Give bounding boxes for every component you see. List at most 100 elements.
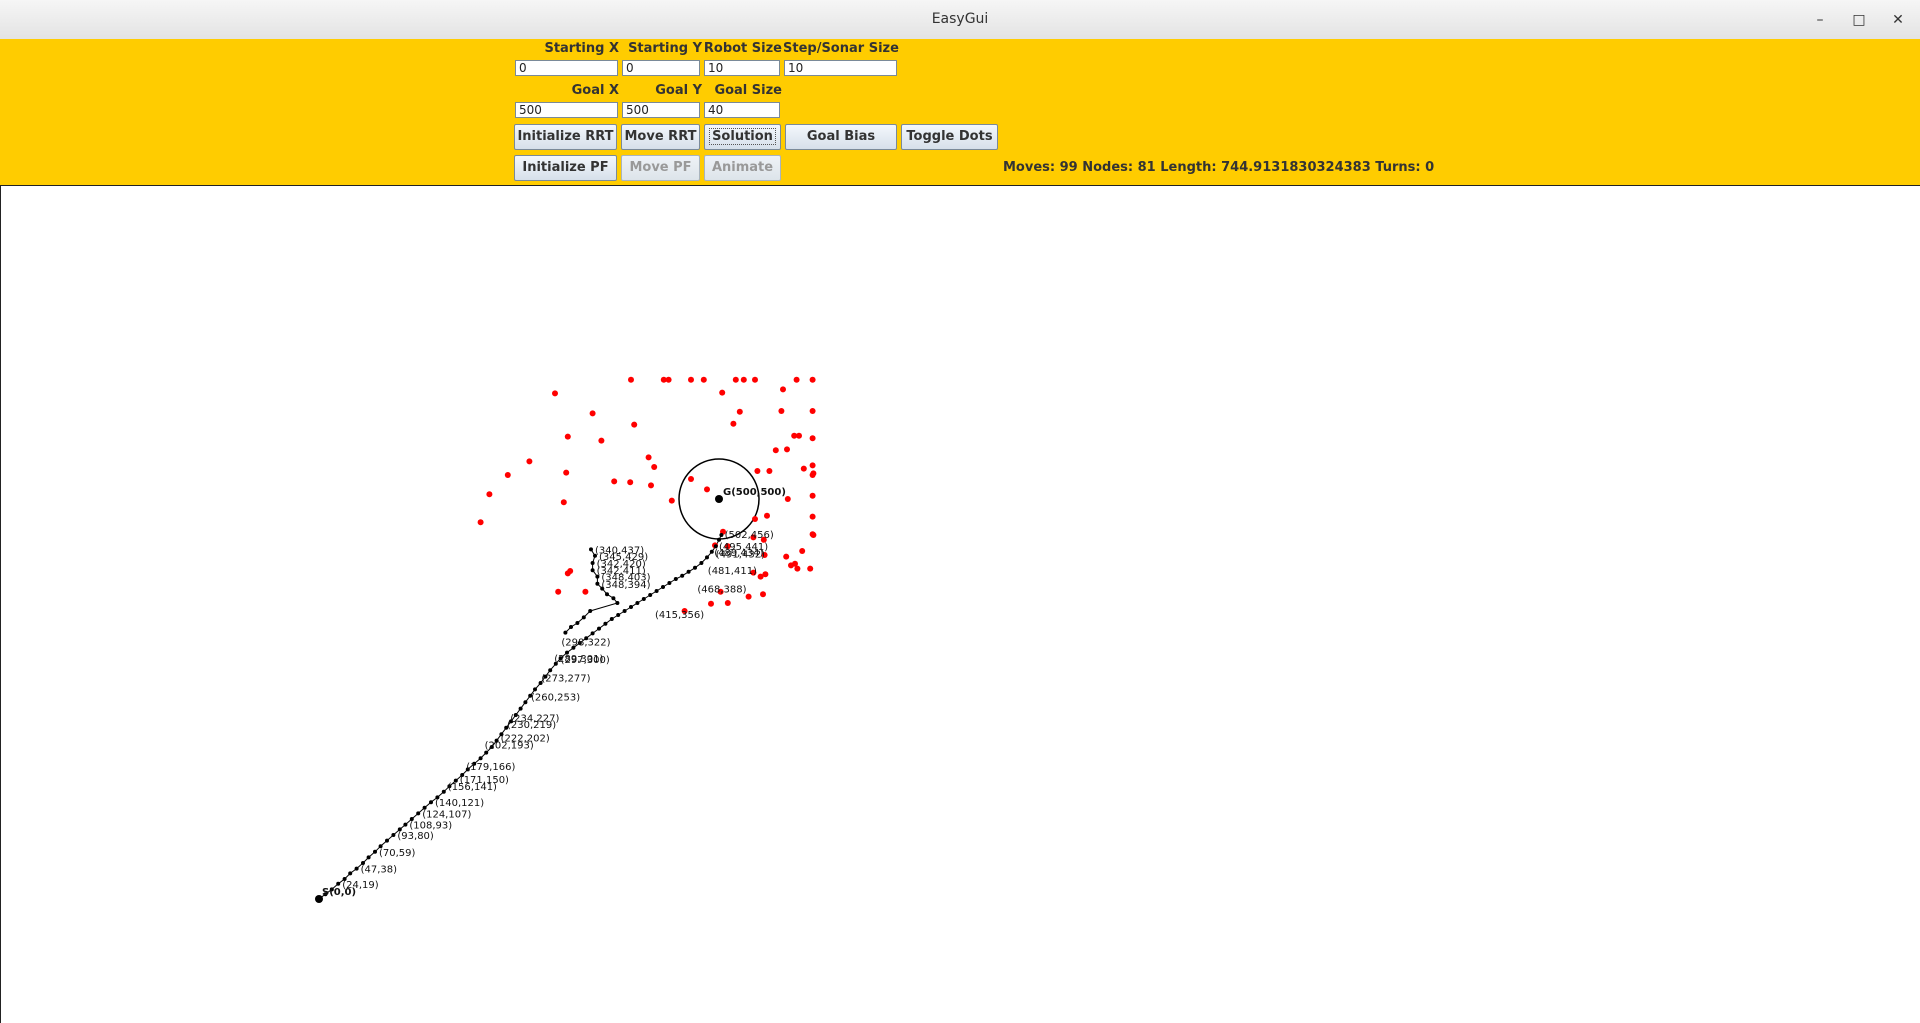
sample-point — [809, 462, 816, 469]
goal-size-input[interactable]: 40 — [704, 102, 780, 118]
tree-node — [563, 630, 568, 635]
tree-node — [629, 605, 633, 609]
goal-y-input[interactable]: 500 — [622, 102, 700, 118]
sample-point — [704, 486, 710, 493]
start-label: S(0,0) — [322, 887, 356, 898]
sample-point — [486, 491, 493, 498]
node-label: (70,59) — [379, 848, 416, 859]
sample-point — [740, 376, 747, 383]
tree-node — [590, 561, 595, 565]
sample-point — [564, 570, 571, 577]
sample-point — [799, 548, 806, 554]
tree-node — [575, 621, 580, 625]
sample-point — [526, 458, 533, 465]
tree-node — [641, 597, 646, 601]
goal-bias-button[interactable]: Goal Bias — [785, 124, 897, 150]
node-label: (502,456) — [725, 530, 774, 541]
tree-node — [523, 700, 528, 705]
starting-x-input[interactable]: 0 — [515, 60, 618, 76]
sample-point — [700, 376, 707, 383]
tree-node — [581, 615, 586, 620]
sample-point — [784, 446, 790, 453]
maximize-button[interactable]: □ — [1849, 10, 1869, 30]
sample-point — [810, 470, 817, 477]
move-pf-button[interactable]: Move PF — [621, 155, 700, 181]
tree-node — [548, 668, 553, 673]
sample-point — [809, 435, 816, 442]
node-label: (260,253) — [531, 693, 580, 704]
sample-point — [764, 512, 770, 519]
node-label: (273,277) — [541, 673, 590, 684]
tree-node — [673, 577, 678, 581]
starting-y-input[interactable]: 0 — [622, 60, 700, 76]
tree-node — [597, 626, 601, 631]
robot-size-input[interactable]: 10 — [704, 60, 780, 76]
step-size-input[interactable]: 10 — [784, 60, 897, 76]
sample-point — [778, 408, 785, 414]
sample-point — [809, 376, 816, 383]
node-label: (297,300) — [561, 655, 610, 666]
sample-point — [668, 497, 675, 504]
sample-point — [796, 432, 802, 439]
tree-node — [588, 609, 593, 613]
starting-y-label: Starting Y — [628, 41, 702, 56]
node-label: (171,150) — [460, 775, 509, 786]
node-label: (222,202) — [501, 733, 550, 744]
solution-button[interactable]: Solution — [704, 124, 781, 150]
sample-point — [477, 519, 484, 526]
goal-point — [715, 495, 723, 503]
sample-point — [724, 600, 731, 606]
toggle-dots-button[interactable]: Toggle Dots — [901, 124, 998, 150]
robot-size-label: Robot Size — [703, 41, 782, 56]
step-sonar-size-label: Step/Sonar Size — [783, 41, 899, 56]
tree-node — [717, 537, 721, 542]
tree-node — [667, 581, 672, 585]
sample-point — [708, 600, 714, 607]
sample-point — [809, 408, 816, 414]
tree-node — [348, 871, 353, 876]
sample-point — [732, 376, 739, 383]
goal-x-input[interactable]: 500 — [515, 102, 618, 118]
tree-node — [518, 706, 523, 711]
tree-node — [429, 800, 433, 805]
tree-node — [385, 838, 389, 843]
node-label: (47,38) — [361, 865, 398, 876]
sample-point — [552, 390, 558, 397]
goal-label: G(500,500) — [723, 487, 786, 498]
tree-node — [366, 855, 371, 860]
sample-point — [772, 447, 779, 454]
rrt-canvas[interactable]: (24,19) (47,38) (70,59) (93,80) (108,93) (124… — [0, 186, 1920, 1023]
starting-x-label: Starting X — [544, 41, 619, 56]
tree-node — [611, 596, 616, 601]
sample-point — [793, 376, 800, 383]
minimize-button[interactable]: – — [1810, 10, 1830, 30]
tree-node — [609, 617, 614, 621]
node-label: (179,166) — [466, 762, 515, 773]
sample-point — [807, 565, 814, 572]
sample-point — [504, 472, 511, 478]
move-rrt-button[interactable]: Move RRT — [621, 124, 700, 150]
sample-point — [560, 499, 567, 506]
sample-point — [651, 464, 658, 470]
tree-node — [391, 833, 396, 837]
rrt-plot: (24,19)(47,38)(70,59)(93,80)(108,93)(124… — [315, 376, 817, 903]
control-panel: Starting X Starting Y Robot Size Step/So… — [0, 39, 1920, 186]
node-label: (234,227) — [510, 713, 559, 724]
sample-point — [760, 591, 766, 598]
sample-point — [809, 513, 816, 520]
sample-point — [563, 469, 570, 476]
sample-point — [719, 389, 726, 396]
animate-button[interactable]: Animate — [704, 155, 781, 181]
tree-node — [441, 789, 446, 794]
initialize-rrt-button[interactable]: Initialize RRT — [514, 124, 617, 150]
sample-point — [648, 482, 654, 489]
sample-point — [665, 376, 672, 383]
sample-point — [800, 465, 807, 472]
tree-node — [705, 555, 709, 560]
sample-point — [757, 573, 764, 580]
goal-y-label: Goal Y — [655, 83, 702, 98]
sample-point — [628, 376, 634, 383]
sample-point — [788, 562, 794, 569]
close-button[interactable]: ✕ — [1888, 10, 1908, 30]
initialize-pf-button[interactable]: Initialize PF — [514, 155, 617, 181]
